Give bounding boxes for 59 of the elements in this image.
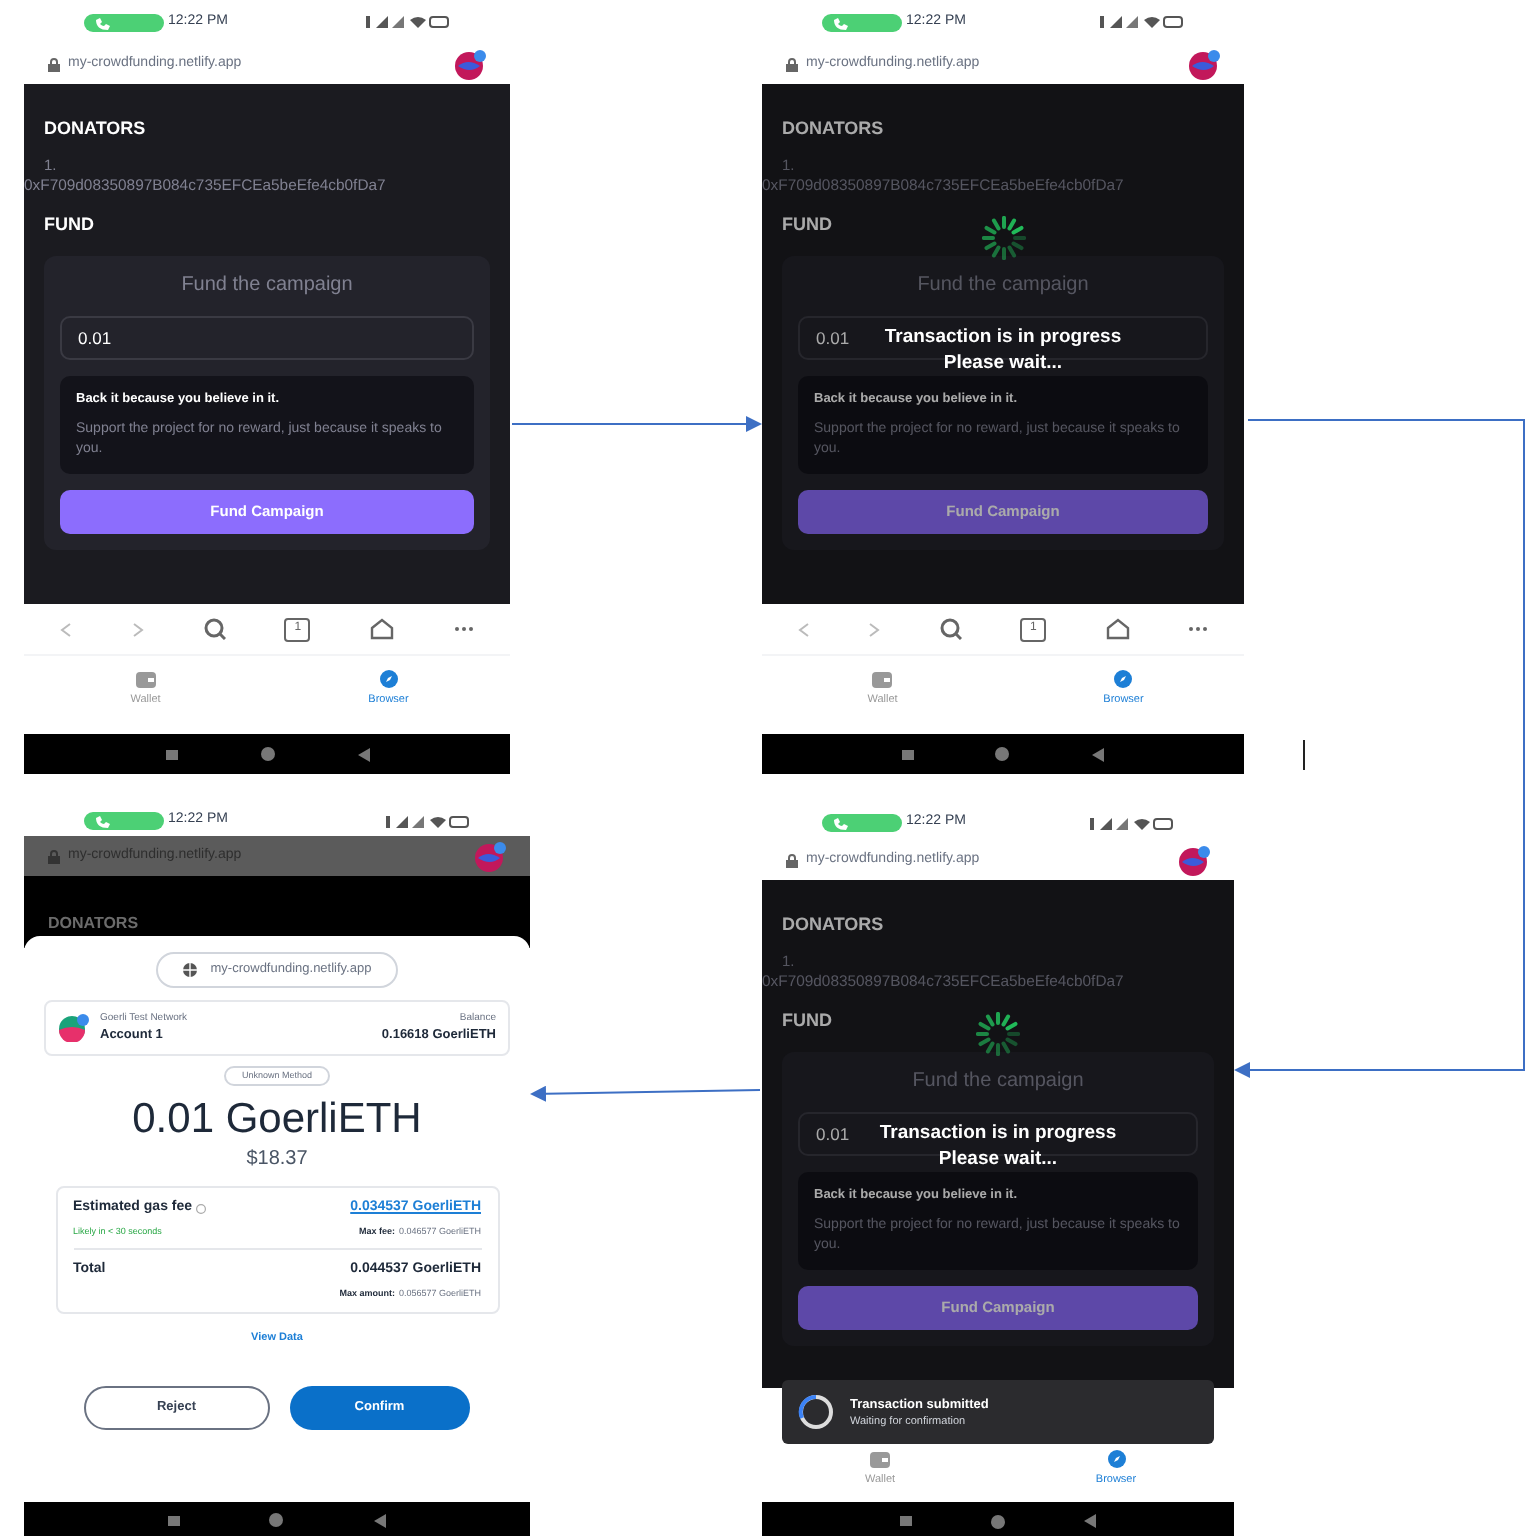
wallet-icon	[870, 1451, 890, 1468]
card-title: Fund the campaign	[179, 272, 355, 300]
status-icons	[386, 813, 470, 829]
more-icon[interactable]	[1187, 626, 1208, 632]
lock-icon	[48, 849, 60, 863]
card-title: Fund the campaign	[915, 272, 1091, 300]
home-button-icon[interactable]	[994, 746, 1011, 762]
back-triangle-icon[interactable]	[1083, 1514, 1096, 1528]
account-avatar-icon[interactable]	[454, 49, 486, 79]
compass-icon	[1114, 670, 1133, 689]
home-button-icon[interactable]	[989, 1513, 1006, 1529]
progress-ring-icon	[798, 1394, 834, 1430]
donators-heading: DONATORS	[48, 914, 139, 932]
status-icons	[1100, 14, 1184, 30]
recents-icon[interactable]	[902, 749, 915, 759]
lock-icon	[786, 57, 798, 71]
wallet-icon	[872, 671, 893, 688]
loading-text: Transaction is in progress	[879, 1120, 1117, 1146]
card-title: Fund the campaign	[910, 1068, 1086, 1096]
compass-icon	[1107, 1450, 1125, 1469]
account-avatar-icon[interactable]	[1178, 845, 1210, 875]
donators-heading: DONATORS	[782, 116, 886, 140]
status-icons	[366, 14, 450, 30]
wallet-icon	[135, 671, 156, 688]
fund-heading: FUND	[782, 1008, 834, 1032]
amount-text: 0.01 GoerliETH	[132, 1094, 422, 1146]
call-indicator-icon	[84, 812, 164, 830]
fund-heading: FUND	[44, 212, 96, 236]
lock-icon	[48, 57, 60, 71]
call-indicator-icon	[822, 814, 902, 832]
search-icon[interactable]	[939, 618, 962, 640]
home-icon[interactable]	[1105, 618, 1130, 640]
spinner-icon	[981, 216, 1025, 260]
lock-icon	[786, 853, 798, 867]
account-avatar-icon[interactable]	[1188, 49, 1220, 79]
home-button-icon[interactable]	[259, 746, 275, 762]
call-indicator-icon	[822, 13, 902, 31]
back-triangle-icon[interactable]	[1091, 747, 1104, 761]
status-icons	[1090, 815, 1174, 831]
search-icon[interactable]	[203, 618, 226, 640]
recents-icon[interactable]	[168, 1515, 181, 1525]
loading-text: Transaction is in progress	[884, 324, 1122, 350]
amount-field[interactable]: 0.01	[60, 316, 474, 360]
home-icon[interactable]	[370, 618, 395, 640]
globe-icon	[182, 962, 199, 978]
back-triangle-icon[interactable]	[357, 747, 369, 761]
fund-heading: FUND	[782, 212, 834, 236]
call-indicator-icon	[84, 13, 164, 31]
donators-heading: DONATORS	[44, 116, 148, 140]
donators-heading: DONATORS	[782, 912, 886, 936]
fiat-amount: $18.37	[246, 1146, 308, 1174]
spinner-icon	[976, 1012, 1020, 1056]
account-identicon-icon	[58, 1014, 90, 1042]
recents-icon[interactable]	[900, 1516, 913, 1526]
recents-icon[interactable]	[165, 749, 177, 759]
home-button-icon[interactable]	[268, 1512, 285, 1528]
compass-icon	[379, 670, 398, 689]
more-icon[interactable]	[453, 626, 474, 632]
back-triangle-icon[interactable]	[373, 1513, 386, 1527]
